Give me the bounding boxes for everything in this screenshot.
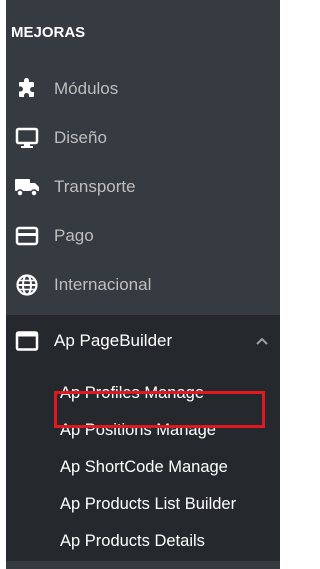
submenu-item-label: Ap ShortCode Manage — [60, 458, 228, 476]
sidebar-item-label: Diseño — [54, 127, 107, 147]
sidebar-item-label: Transporte — [54, 176, 136, 196]
sidebar-item-label: Módulos — [54, 78, 119, 98]
section-title: MEJORAS — [11, 23, 86, 41]
truck-icon — [14, 174, 40, 200]
submenu-item-ap-products-list-builder[interactable]: Ap Products List Builder — [6, 486, 280, 523]
window-icon — [14, 328, 40, 354]
globe-icon — [14, 272, 40, 298]
submenu-ap-pagebuilder: Ap Profiles Manage Ap Positions Manage A… — [6, 367, 280, 561]
submenu-item-ap-products-details[interactable]: Ap Products Details — [6, 523, 280, 560]
submenu-item-label: Ap Positions Manage — [60, 421, 216, 439]
sidebar-item-ap-pagebuilder[interactable]: Ap PageBuilder — [6, 315, 280, 367]
sidebar-item-label: Internacional — [54, 274, 152, 294]
sidebar-item-label: Pago — [54, 225, 94, 245]
sidebar-item-internacional[interactable]: Internacional — [6, 260, 280, 309]
sidebar-item-transporte[interactable]: Transporte — [6, 162, 280, 211]
chevron-up-icon[interactable] — [254, 333, 270, 349]
credit-card-icon — [14, 223, 40, 249]
monitor-icon — [14, 125, 40, 151]
sidebar-item-modulos[interactable]: Módulos — [6, 64, 280, 113]
sidebar-item-label: Ap PageBuilder — [54, 331, 173, 350]
submenu-item-label: Ap Products Details — [60, 532, 205, 550]
submenu-item-ap-shortcode-manage[interactable]: Ap ShortCode Manage — [6, 449, 280, 486]
puzzle-icon — [14, 76, 40, 102]
sidebar-item-diseno[interactable]: Diseño — [6, 113, 280, 162]
sidebar: MEJORAS Módulos Diseño Transporte Pago I… — [0, 0, 282, 569]
sidebar-item-pago[interactable]: Pago — [6, 211, 280, 260]
submenu-item-label: Ap Profiles Manage — [60, 384, 204, 402]
submenu-item-ap-profiles-manage[interactable]: Ap Profiles Manage — [6, 375, 280, 412]
submenu-item-ap-positions-manage[interactable]: Ap Positions Manage — [6, 412, 280, 449]
submenu-item-label: Ap Products List Builder — [60, 495, 237, 513]
